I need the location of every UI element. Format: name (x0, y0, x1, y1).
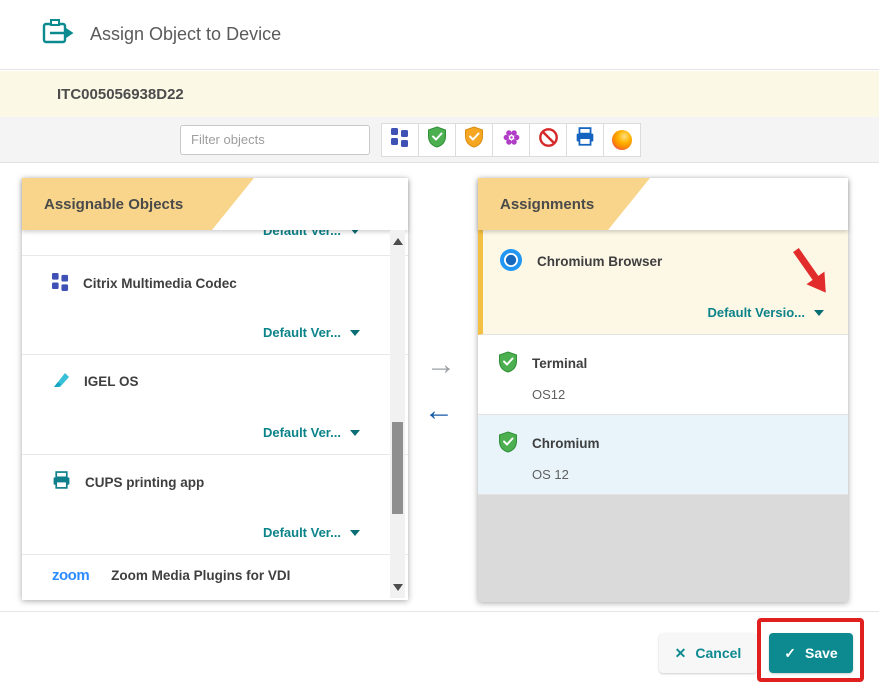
object-filter-toolbar (0, 117, 879, 163)
filter-settings-button[interactable] (492, 123, 530, 157)
zoom-logo: zoom (52, 567, 89, 584)
object-label: Zoom Media Plugins for VDI (111, 568, 290, 583)
panel-title: Assignable Objects (44, 196, 183, 213)
igel-os-icon (52, 371, 70, 392)
cancel-button[interactable]: ✕ Cancel (659, 633, 757, 673)
version-dropdown[interactable]: Default Ver... (263, 425, 360, 440)
filter-prohibited-button[interactable] (529, 123, 567, 157)
object-label: CUPS printing app (85, 475, 204, 490)
citrix-apps-icon (391, 127, 409, 152)
version-dropdown[interactable]: Default Ver... (263, 325, 360, 340)
chevron-down-icon (350, 230, 360, 234)
dialog-header: Assign Object to Device (0, 0, 879, 70)
os-version-label: OS 12 (532, 467, 569, 482)
printer-blue-icon (575, 127, 595, 152)
object-row-igel-os[interactable]: IGEL OS Default Ver... (22, 355, 408, 455)
dialog-title: Assign Object to Device (90, 24, 281, 45)
assignment-row-chromium-browser[interactable]: Chromium Browser Default Versio... (478, 230, 848, 335)
object-row-citrix-codec[interactable]: Citrix Multimedia Codec Default Ver... (22, 256, 408, 355)
version-label: Default Ver... (263, 425, 341, 440)
filter-printer-button[interactable] (566, 123, 604, 157)
os-version-label: OS12 (532, 387, 565, 402)
version-dropdown[interactable]: Default Versio... (707, 305, 824, 320)
prohibited-icon (538, 127, 559, 153)
arrow-right-icon: → (426, 348, 456, 381)
object-label: Terminal (532, 356, 587, 371)
footer-divider (0, 611, 879, 612)
chevron-down-icon (350, 530, 360, 536)
assignments-empty-area (478, 495, 848, 602)
assignable-objects-panel: Assignable Objects Default Ver... (22, 178, 408, 600)
version-dropdown[interactable]: Default Ver... (263, 230, 360, 238)
version-label: Default Ver... (263, 525, 341, 540)
object-label: IGEL OS (84, 374, 139, 389)
version-label: Default Ver... (263, 325, 341, 340)
assignments-header: Assignments (478, 178, 848, 230)
browser-orange-icon (612, 130, 632, 150)
shield-check-icon (498, 351, 518, 376)
triangle-down-icon (393, 584, 403, 591)
object-row-partial[interactable]: Default Ver... (22, 230, 408, 256)
filter-objects-input[interactable] (180, 125, 370, 155)
object-label: Citrix Multimedia Codec (83, 276, 237, 291)
version-label: Default Ver... (263, 230, 341, 238)
assignable-objects-header: Assignable Objects (22, 178, 408, 230)
version-dropdown[interactable]: Default Ver... (263, 525, 360, 540)
assignable-objects-tab: Assignable Objects (22, 178, 254, 230)
assignment-row-terminal[interactable]: Terminal OS12 (478, 335, 848, 415)
object-row-cups[interactable]: CUPS printing app Default Ver... (22, 455, 408, 555)
shield-green-icon (427, 126, 447, 153)
scroll-thumb[interactable] (392, 422, 403, 514)
assignments-tab: Assignments (478, 178, 650, 230)
save-label: Save (805, 645, 838, 661)
object-label: Chromium Browser (537, 254, 662, 269)
assignments-panel: Assignments Chromium Browser Default Ver… (478, 178, 848, 602)
filter-apps-button[interactable] (418, 123, 456, 157)
object-type-filter-strip (382, 123, 641, 157)
panel-title: Assignments (500, 196, 594, 213)
chevron-down-icon (350, 330, 360, 336)
triangle-up-icon (393, 238, 403, 245)
check-icon: ✓ (784, 645, 796, 662)
chevron-down-icon (350, 430, 360, 436)
shield-orange-icon (464, 126, 484, 153)
filter-legacy-apps-button[interactable] (455, 123, 493, 157)
assignments-list: Chromium Browser Default Versio... Termi… (478, 230, 848, 602)
flower-purple-icon (501, 127, 522, 153)
object-label: Chromium (532, 436, 600, 451)
chevron-down-icon (814, 310, 824, 316)
assign-object-icon (42, 19, 74, 51)
scrollbar[interactable] (390, 230, 405, 598)
object-row-zoom[interactable]: zoom Zoom Media Plugins for VDI (22, 555, 408, 600)
shield-check-icon (498, 431, 518, 456)
cancel-label: Cancel (695, 645, 741, 661)
save-button[interactable]: ✓ Save (769, 633, 853, 673)
citrix-codec-icon (52, 272, 69, 294)
unassign-left-button[interactable]: ← (424, 396, 454, 426)
cups-printer-icon (52, 471, 71, 493)
chromium-browser-icon (499, 248, 523, 275)
filter-browser-button[interactable] (603, 123, 641, 157)
filter-citrix-apps-button[interactable] (381, 123, 419, 157)
scroll-down-button[interactable] (390, 580, 405, 594)
version-label: Default Versio... (707, 305, 805, 320)
close-icon: ✕ (675, 645, 687, 662)
device-id: ITC005056938D22 (57, 86, 184, 103)
assign-right-button[interactable]: → (426, 350, 456, 380)
scroll-up-button[interactable] (390, 234, 405, 248)
assignable-objects-list: Default Ver... Citrix Multimedia Codec D… (22, 230, 408, 600)
arrow-left-icon: ← (424, 394, 454, 427)
device-row: ITC005056938D22 (0, 71, 879, 117)
assignment-row-chromium[interactable]: Chromium OS 12 (478, 415, 848, 495)
